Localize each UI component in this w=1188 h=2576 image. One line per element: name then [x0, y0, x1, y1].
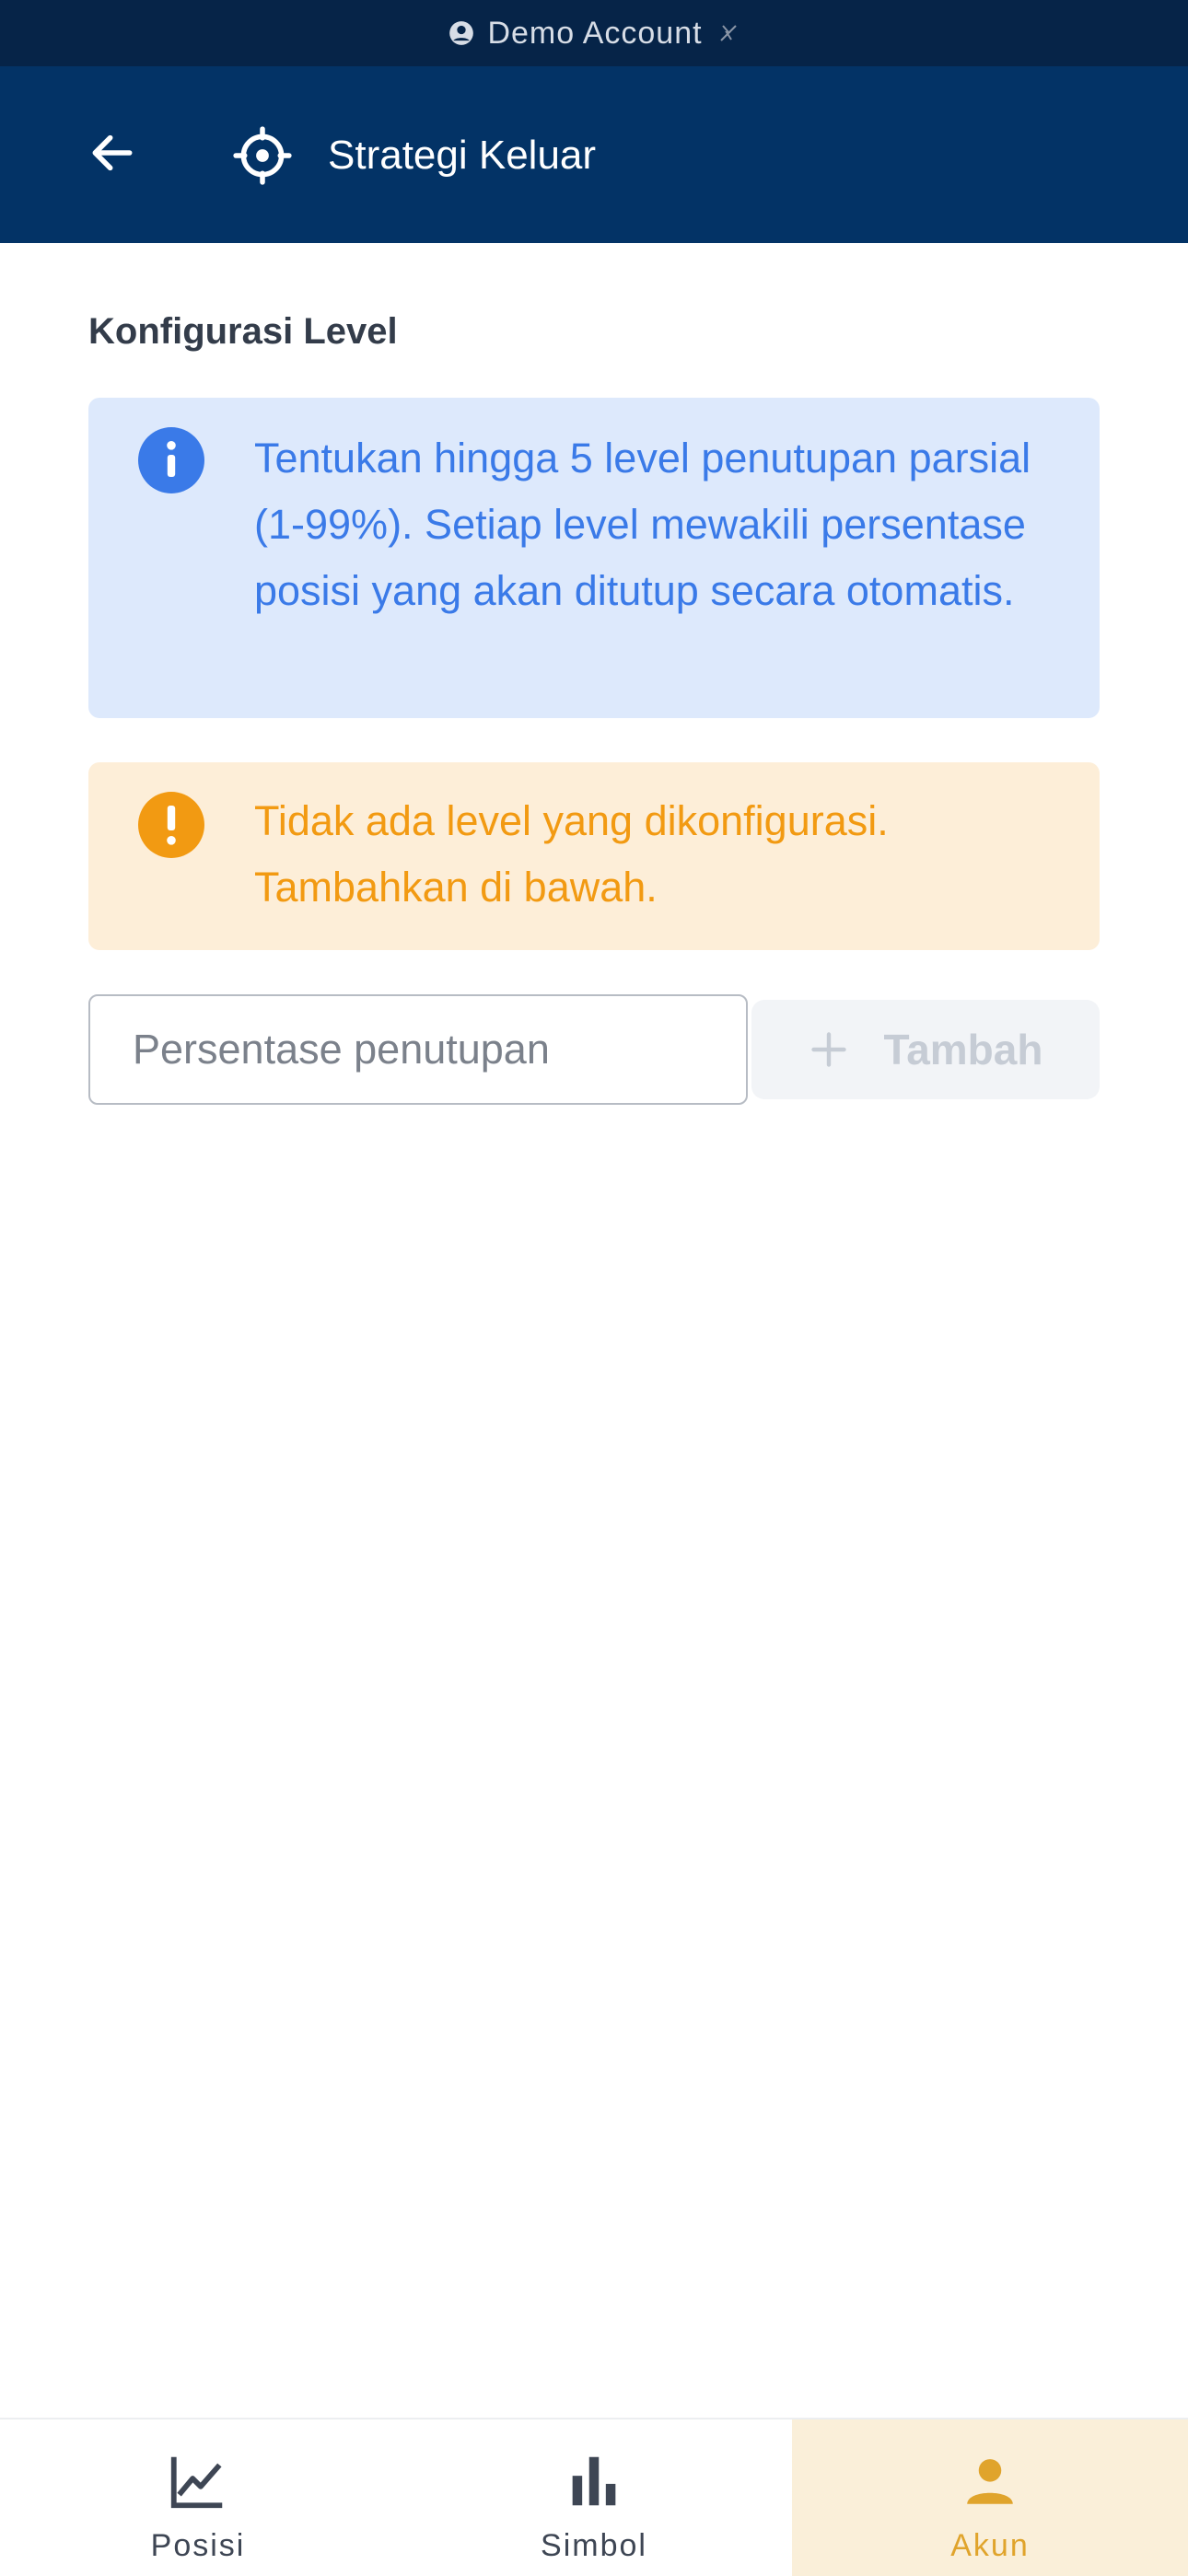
nav-item-akun[interactable]: Akun: [792, 2419, 1188, 2576]
person-icon: [967, 2459, 1013, 2504]
info-icon: [138, 427, 204, 493]
nav-label-simbol: Simbol: [541, 2528, 647, 2563]
close-percentage-input[interactable]: [88, 994, 748, 1105]
back-button[interactable]: [79, 120, 146, 186]
app-bar: Strategi Keluar: [0, 66, 1188, 243]
nav-item-posisi[interactable]: Posisi: [0, 2419, 396, 2576]
bar-chart-icon: [572, 2456, 616, 2506]
warning-icon: [138, 792, 204, 858]
line-chart-icon: [170, 2456, 223, 2509]
plus-icon: [810, 1032, 846, 1067]
page-title: Strategi Keluar: [328, 133, 597, 178]
section-title: Konfigurasi Level: [88, 311, 398, 352]
add-level-button[interactable]: Tambah: [751, 1000, 1100, 1099]
nav-label-akun: Akun: [950, 2528, 1030, 2563]
warning-text: Tidak ada level yang dikonfigurasi. Tamb…: [254, 797, 889, 911]
info-text: Tentukan hingga 5 level penutupan parsia…: [254, 435, 1031, 614]
nav-item-simbol[interactable]: Simbol: [396, 2419, 792, 2576]
status-bar: Demo Account: [0, 0, 1188, 66]
bottom-navigation: Posisi Simbol Akun: [0, 2418, 1188, 2576]
signal-off-icon: [719, 25, 737, 41]
info-banner: Tentukan hingga 5 level penutupan parsia…: [88, 398, 1100, 718]
arrow-left-icon: [92, 134, 133, 171]
warning-banner: Tidak ada level yang dikonfigurasi. Tamb…: [88, 762, 1100, 950]
account-circle-icon: [449, 21, 474, 45]
nav-label-posisi: Posisi: [150, 2528, 246, 2563]
crosshair-icon: [233, 126, 292, 185]
account-label: Demo Account: [487, 15, 703, 51]
add-button-label: Tambah: [883, 1026, 1043, 1073]
